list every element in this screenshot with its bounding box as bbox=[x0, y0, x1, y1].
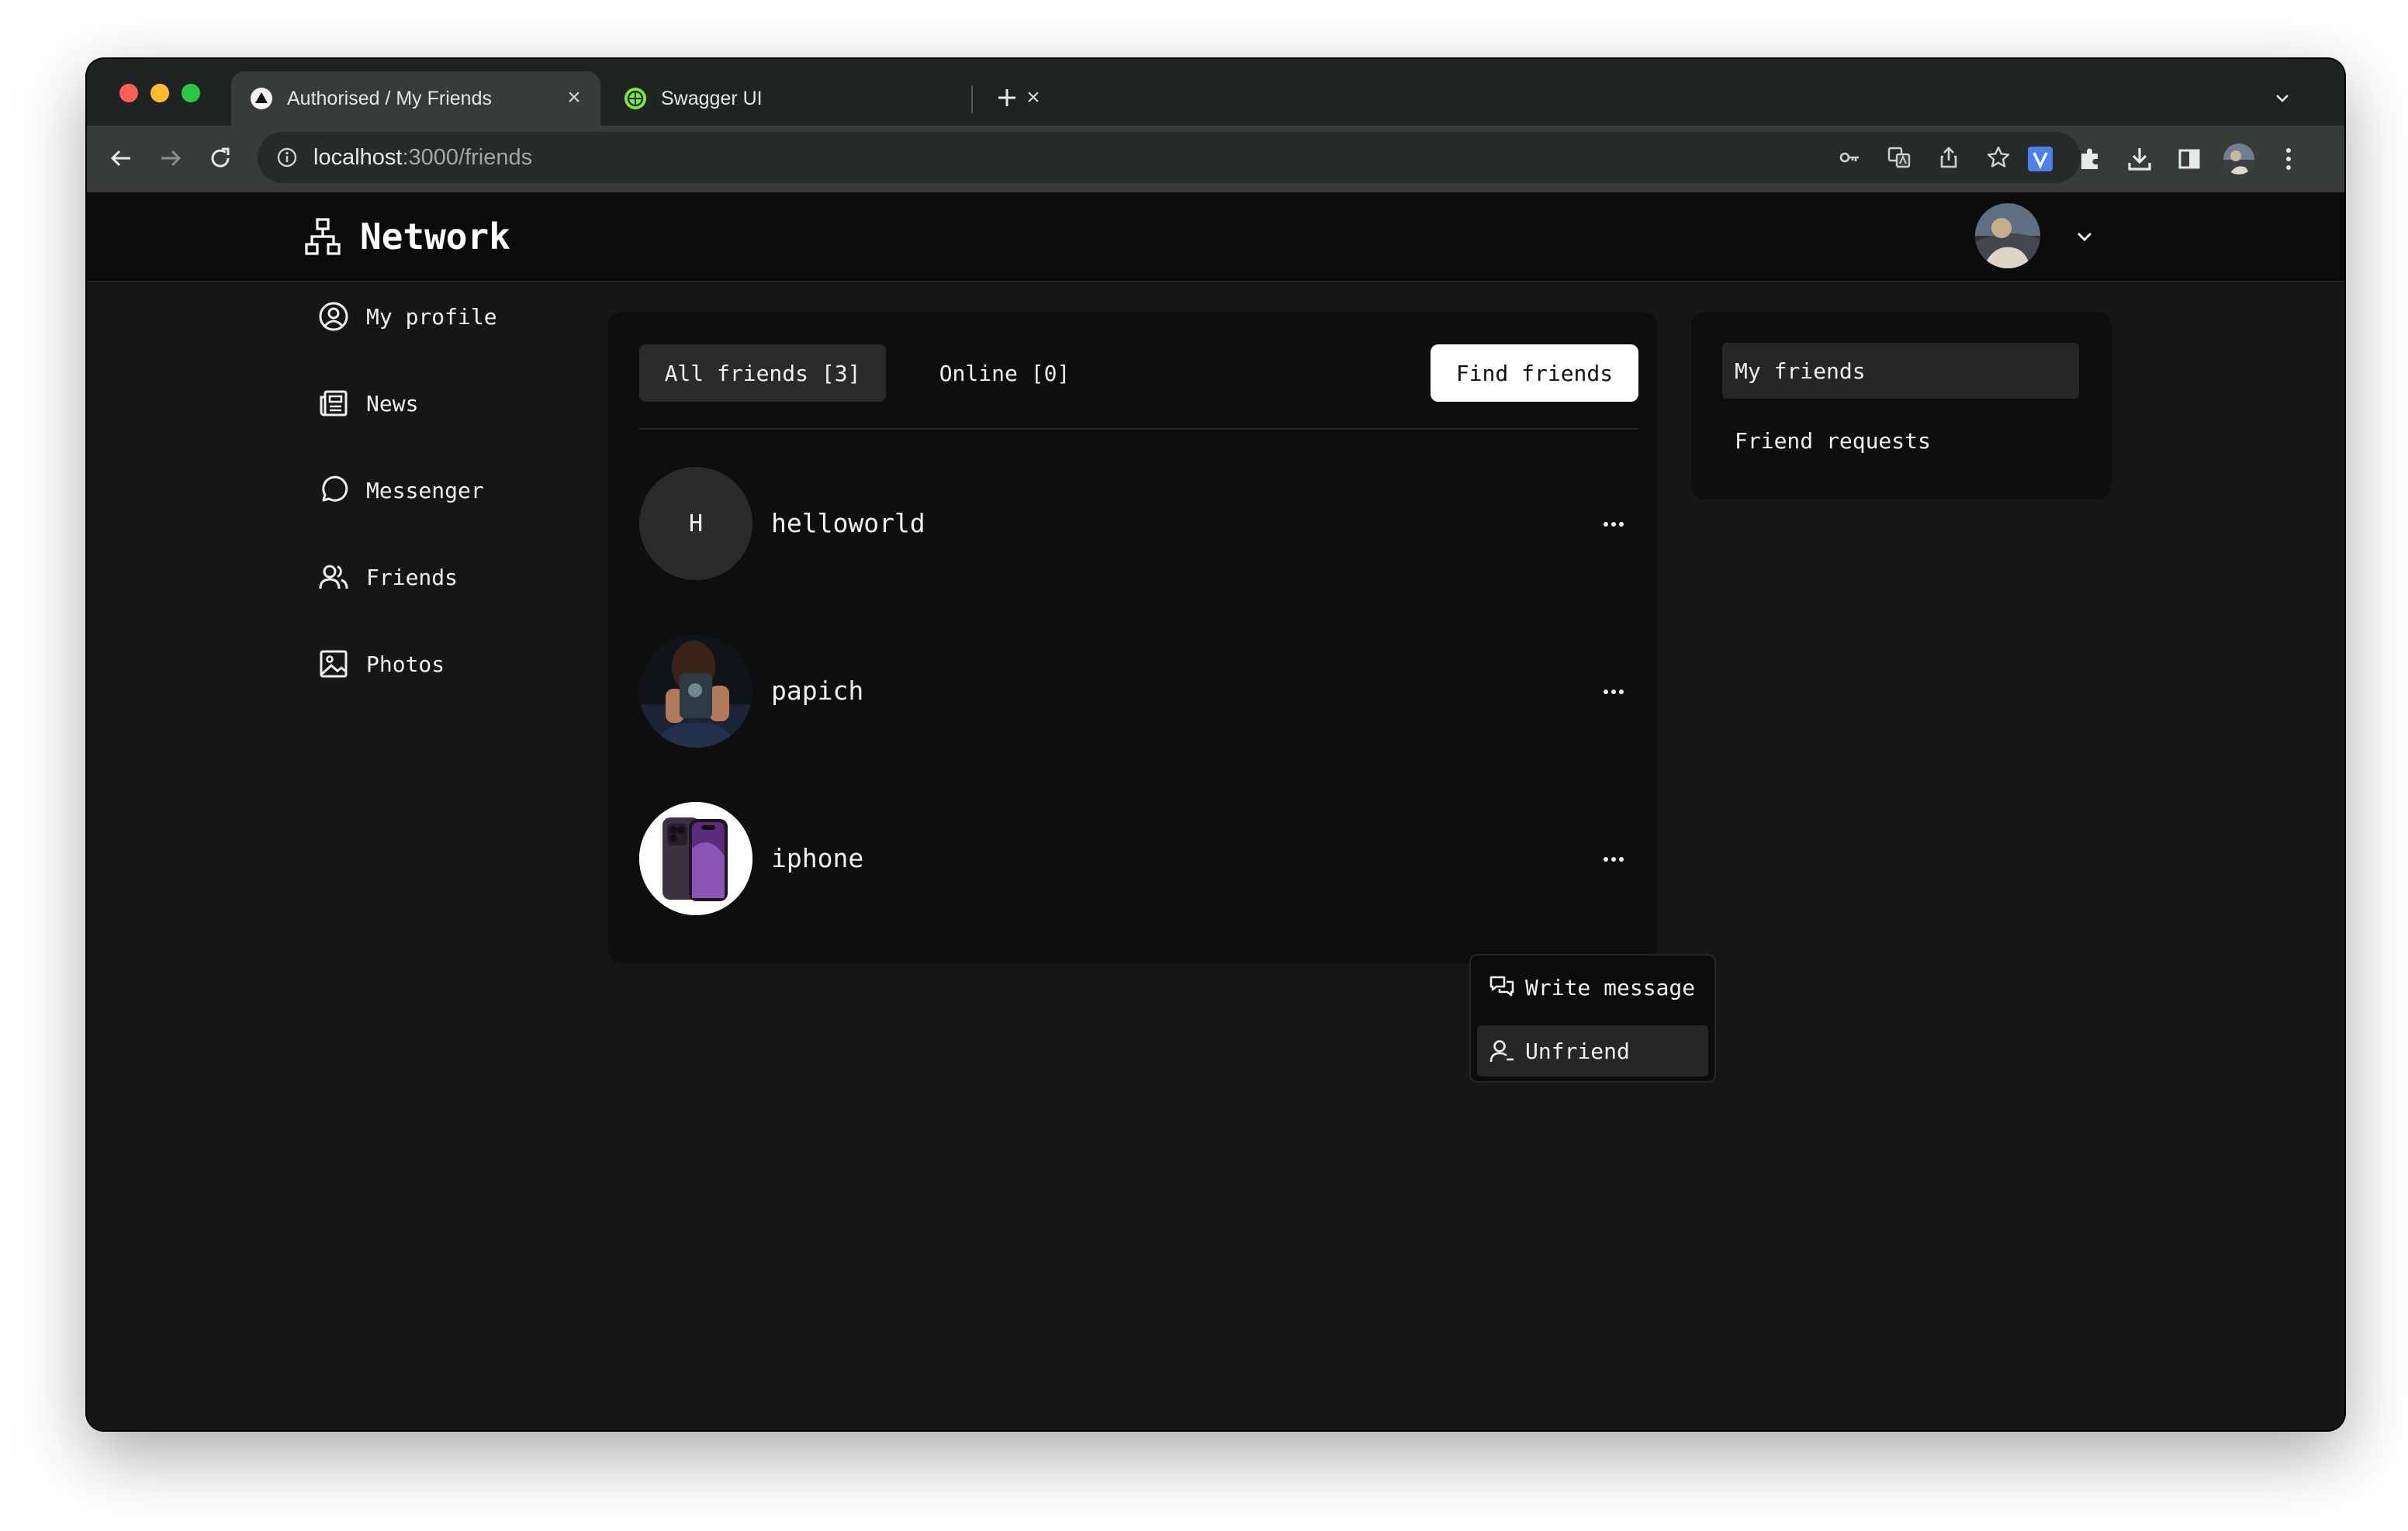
password-key-icon[interactable] bbox=[1832, 140, 1867, 175]
close-tab-icon[interactable]: × bbox=[1024, 86, 1043, 109]
maximize-window-button[interactable] bbox=[182, 84, 200, 102]
find-friends-button[interactable]: Find friends bbox=[1431, 344, 1638, 402]
download-icon[interactable] bbox=[2123, 142, 2157, 176]
share-icon[interactable] bbox=[1932, 140, 1966, 175]
menu-item-label: Unfriend bbox=[1525, 1038, 1630, 1064]
reload-icon bbox=[211, 147, 230, 168]
nav-my-profile[interactable]: My profile bbox=[317, 295, 497, 338]
translate-icon[interactable] bbox=[1882, 140, 1916, 175]
friend-row[interactable]: iphone bbox=[639, 802, 1632, 915]
arrow-left-icon bbox=[110, 150, 130, 167]
more-horizontal-icon bbox=[1604, 522, 1624, 527]
side-item-my-friends[interactable]: My friends bbox=[1722, 343, 2079, 399]
tab-list-button[interactable] bbox=[2265, 81, 2299, 115]
account-menu-chevron-icon[interactable] bbox=[2073, 225, 2096, 248]
url-text: localhost:3000/friends bbox=[313, 145, 533, 170]
more-horizontal-icon bbox=[1604, 857, 1624, 862]
profile-avatar-icon[interactable] bbox=[2222, 142, 2256, 176]
users-icon bbox=[317, 560, 351, 594]
app-root: Network My profile News Messenger Friend… bbox=[87, 192, 2344, 1430]
extensions-puzzle-icon[interactable] bbox=[2073, 142, 2107, 176]
friend-avatar-photo[interactable] bbox=[639, 802, 752, 915]
friend-options-button[interactable] bbox=[1595, 673, 1632, 710]
tab-authorised-my-friends[interactable]: Authorised / My Friends × bbox=[231, 71, 600, 126]
nav-label: My profile bbox=[366, 303, 497, 330]
newspaper-icon bbox=[317, 386, 351, 420]
tab-strip: Authorised / My Friends × Swagger UI × bbox=[87, 59, 2344, 126]
friend-row[interactable]: H helloworld bbox=[639, 467, 1632, 580]
browser-window: Authorised / My Friends × Swagger UI × l… bbox=[87, 59, 2344, 1430]
app-header: Network bbox=[87, 192, 2344, 282]
close-window-button[interactable] bbox=[119, 84, 138, 102]
friend-name[interactable]: helloworld bbox=[771, 467, 925, 580]
friend-context-menu: Write message Unfriend bbox=[1469, 954, 1716, 1083]
user-circle-icon bbox=[317, 299, 351, 334]
site-info-icon[interactable] bbox=[270, 140, 304, 175]
side-item-friend-requests[interactable]: Friend requests bbox=[1722, 413, 2079, 468]
close-tab-icon[interactable]: × bbox=[565, 86, 583, 109]
nav-label: Messenger bbox=[366, 477, 484, 503]
panel-divider bbox=[639, 428, 1638, 430]
image-icon bbox=[317, 647, 351, 681]
bookmark-star-icon[interactable] bbox=[1981, 140, 2015, 175]
tab-divider bbox=[971, 85, 973, 113]
write-message-menu-item[interactable]: Write message bbox=[1477, 962, 1708, 1013]
friend-options-button[interactable] bbox=[1595, 506, 1632, 543]
network-icon bbox=[305, 218, 341, 255]
tab-title: Authorised / My Friends bbox=[287, 87, 492, 109]
menu-item-label: Write message bbox=[1525, 974, 1696, 1001]
nav-label: Friends bbox=[366, 564, 458, 590]
nav-label: News bbox=[366, 390, 419, 416]
reload-button[interactable] bbox=[203, 141, 237, 175]
user-minus-icon bbox=[1488, 1037, 1516, 1065]
minimize-window-button[interactable] bbox=[150, 84, 169, 102]
address-bar[interactable]: localhost:3000/friends bbox=[258, 132, 2081, 183]
nav-label: Photos bbox=[366, 651, 445, 677]
plus-icon bbox=[998, 89, 1015, 106]
arrow-right-icon bbox=[161, 150, 182, 167]
tab-online[interactable]: Online [0] bbox=[900, 344, 1109, 402]
triangle-logo-icon bbox=[250, 87, 273, 110]
nav-photos[interactable]: Photos bbox=[317, 642, 445, 686]
extension-v-icon[interactable] bbox=[2023, 142, 2057, 176]
chat-bubble-icon bbox=[317, 473, 351, 507]
more-horizontal-icon bbox=[1604, 689, 1624, 694]
chat-bubbles-icon bbox=[1488, 973, 1516, 1001]
unfriend-menu-item[interactable]: Unfriend bbox=[1477, 1025, 1708, 1077]
nav-messenger[interactable]: Messenger bbox=[317, 468, 484, 512]
friend-avatar-photo[interactable] bbox=[639, 634, 752, 748]
user-avatar[interactable] bbox=[1975, 203, 2040, 268]
new-tab-button[interactable] bbox=[990, 81, 1024, 115]
side-panel-icon[interactable] bbox=[2172, 142, 2206, 176]
brand-logo[interactable]: Network bbox=[304, 216, 510, 257]
forward-button[interactable] bbox=[154, 141, 188, 175]
friend-avatar-initial[interactable]: H bbox=[639, 467, 752, 580]
tab-all-friends[interactable]: All friends [3] bbox=[639, 344, 886, 402]
friends-side-menu: My friends Friend requests bbox=[1691, 312, 2112, 499]
browser-toolbar: localhost:3000/friends bbox=[87, 126, 2344, 192]
chevron-down-icon bbox=[2276, 95, 2289, 102]
friend-options-button[interactable] bbox=[1595, 841, 1632, 878]
tab-title: Swagger UI bbox=[661, 87, 763, 109]
friend-name[interactable]: papich bbox=[771, 634, 863, 748]
back-button[interactable] bbox=[104, 141, 138, 175]
brand-title: Network bbox=[360, 216, 510, 257]
nav-news[interactable]: News bbox=[317, 382, 418, 425]
browser-menu-icon[interactable] bbox=[2271, 142, 2306, 176]
nav-friends[interactable]: Friends bbox=[317, 555, 458, 599]
swagger-globe-icon bbox=[624, 87, 647, 110]
friend-row[interactable]: papich bbox=[639, 634, 1632, 748]
friend-name[interactable]: iphone bbox=[771, 802, 863, 915]
